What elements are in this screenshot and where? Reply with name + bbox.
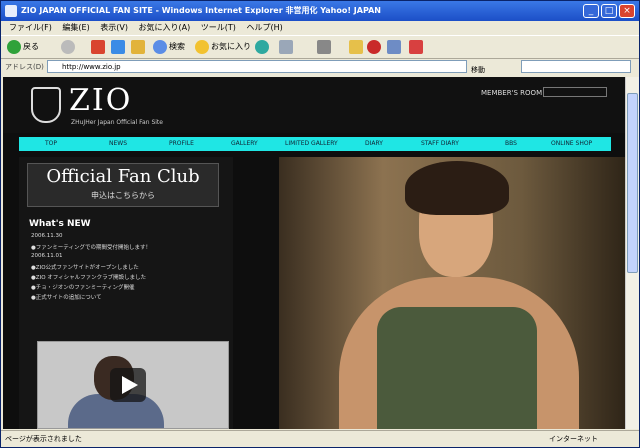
nav-bbs[interactable]: BBS: [505, 137, 517, 151]
login-box[interactable]: [543, 87, 607, 97]
checklist-button[interactable]: [387, 39, 403, 55]
back-button[interactable]: 戻る: [7, 39, 39, 55]
checklist-icon: [387, 39, 401, 54]
back-arrow-icon: [7, 39, 21, 54]
forward-button[interactable]: [61, 39, 77, 55]
fan-club-subtitle: 申込はこちらから: [91, 191, 155, 200]
print-icon: [317, 39, 331, 54]
home-button[interactable]: [131, 39, 147, 55]
member-room-label[interactable]: MEMBER'S ROOM: [481, 89, 542, 97]
site-logo-subtitle: ZHuJHer Japan Official Fan Site: [71, 119, 163, 126]
nav-limited-gallery[interactable]: LIMITED GALLERY: [285, 137, 338, 151]
video-thumbnail[interactable]: [37, 341, 229, 429]
media-icon: [255, 39, 269, 54]
nav-top[interactable]: TOP: [45, 137, 57, 151]
block-icon: [367, 39, 381, 54]
web-page: ZIO ZHuJHer Japan Official Fan Site MEMB…: [3, 77, 625, 429]
ie-icon: [5, 5, 17, 17]
menu-tools[interactable]: ツール(T): [201, 21, 236, 35]
folder-button[interactable]: [349, 39, 365, 55]
menu-bar: ファイル(F) 編集(E) 表示(V) お気に入り(A) ツール(T) ヘルプ(…: [1, 21, 639, 35]
forward-arrow-icon: [61, 39, 75, 54]
mail-icon: [279, 39, 293, 54]
tools-button[interactable]: [409, 39, 425, 55]
crest-logo-icon: [31, 87, 61, 123]
refresh-button[interactable]: [111, 39, 127, 55]
nav-staff-diary[interactable]: STAFF DIARY: [421, 137, 459, 151]
folder-icon: [349, 39, 363, 54]
menu-file[interactable]: ファイル(F): [9, 21, 52, 35]
toolbar: 戻る 検索 お気に入り: [1, 35, 639, 59]
tools-icon: [409, 39, 423, 54]
whats-new-heading: What's NEW: [29, 219, 91, 229]
window-title: ZIO JAPAN OFFICIAL FAN SITE - Windows In…: [21, 6, 381, 15]
main-photo: [279, 157, 625, 429]
block-button[interactable]: [367, 39, 383, 55]
site-header: ZIO ZHuJHer Japan Official Fan Site MEMB…: [3, 77, 625, 133]
menu-favorites[interactable]: お気に入り(A): [139, 21, 191, 35]
maximize-button[interactable]: □: [601, 4, 617, 18]
site-logo[interactable]: ZIO: [69, 83, 132, 118]
search-button[interactable]: 検索: [153, 39, 185, 55]
print-button[interactable]: [317, 39, 333, 55]
address-bar: アドレス(D) http://www.zio.jp 移動: [1, 58, 639, 76]
scrollbar-thumb[interactable]: [627, 93, 638, 273]
news-date: 2006.11.01: [31, 253, 63, 259]
mail-button[interactable]: [279, 39, 295, 55]
menu-edit[interactable]: 編集(E): [62, 21, 89, 35]
star-icon: [195, 39, 209, 54]
photo-tank-top: [377, 307, 537, 429]
vertical-scrollbar[interactable]: [625, 77, 639, 429]
news-item[interactable]: ●ファンミーティングでの期間受付開始します！: [31, 243, 151, 251]
menu-help[interactable]: ヘルプ(H): [246, 21, 282, 35]
favorites-button[interactable]: お気に入り: [195, 39, 251, 55]
news-item[interactable]: ●チョ・ジオンのファンミーティング開催: [31, 283, 134, 291]
site-nav: TOP NEWS PROFILE GALLERY LIMITED GALLERY…: [19, 137, 611, 151]
news-item[interactable]: ●正式サイトの追加について: [31, 293, 102, 301]
refresh-icon: [111, 39, 125, 54]
browser-window: ZIO JAPAN OFFICIAL FAN SITE - Windows In…: [0, 0, 640, 448]
news-date: 2006.11.30: [31, 233, 63, 239]
fan-club-banner[interactable]: Official Fan Club 申込はこちらから: [27, 163, 219, 207]
photo-hair: [405, 161, 509, 215]
nav-diary[interactable]: DIARY: [365, 137, 383, 151]
search-icon: [153, 39, 167, 54]
zone-label: インターネット: [549, 435, 598, 443]
close-button[interactable]: ×: [619, 4, 635, 18]
fan-club-title: Official Fan Club: [46, 166, 200, 187]
address-label: アドレス(D): [5, 63, 44, 71]
toolbar-search-input[interactable]: [521, 60, 631, 73]
play-icon[interactable]: [110, 368, 146, 402]
stop-icon: [91, 39, 105, 54]
address-input[interactable]: http://www.zio.jp: [47, 60, 467, 73]
nav-profile[interactable]: PROFILE: [169, 137, 194, 151]
nav-online-shop[interactable]: ONLINE SHOP: [551, 137, 592, 151]
minimize-button[interactable]: _: [583, 4, 599, 18]
home-icon: [131, 39, 145, 54]
menu-view[interactable]: 表示(V): [100, 21, 128, 35]
news-item[interactable]: ●ZIO オフィシャルファンクラブ開設しました: [31, 273, 146, 281]
nav-news[interactable]: NEWS: [109, 137, 127, 151]
stop-button[interactable]: [91, 39, 107, 55]
status-text: ページが表示されました: [5, 435, 82, 443]
nav-gallery[interactable]: GALLERY: [231, 137, 258, 151]
news-item[interactable]: ●ZIO公式ファンサイトがオープンしました: [31, 263, 139, 271]
status-bar: ページが表示されました インターネット: [1, 430, 639, 448]
title-bar[interactable]: ZIO JAPAN OFFICIAL FAN SITE - Windows In…: [1, 1, 639, 21]
media-button[interactable]: [255, 39, 271, 55]
